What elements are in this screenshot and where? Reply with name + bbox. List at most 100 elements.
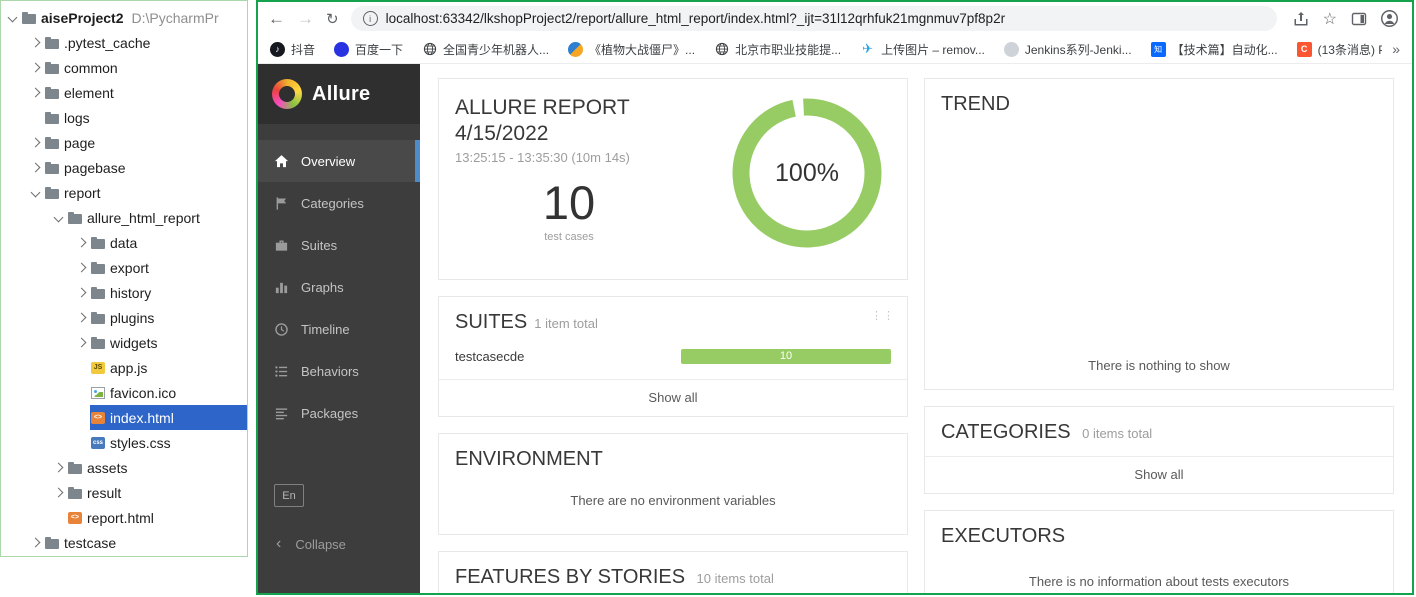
tree-item-index.html[interactable]: <> index.html xyxy=(1,405,247,430)
bookmarks-bar: ♪ 抖音 百度一下 全国青少年机器人... 《植物大战僵尸》... 北京市职业技能提...… xyxy=(258,35,1412,64)
tree-item-allure_html_report[interactable]: allure_html_report xyxy=(1,205,247,230)
tree-item-app.js[interactable]: JS app.js xyxy=(1,355,247,380)
tree-item-testcase[interactable]: testcase xyxy=(1,530,247,555)
address-bar[interactable]: i localhost:63342/lkshopProject2/report/… xyxy=(350,6,1277,31)
share-icon[interactable] xyxy=(1293,11,1309,27)
tree-item-history[interactable]: history xyxy=(1,280,247,305)
tree-item-element[interactable]: element xyxy=(1,80,247,105)
bookmark-item[interactable]: 北京市职业技能提... xyxy=(714,41,841,58)
tree-row-body: report xyxy=(44,180,247,205)
tree-item-label: logs xyxy=(64,109,90,126)
chevron-right-icon[interactable] xyxy=(28,85,44,101)
success-rate-donut-chart[interactable]: 100% xyxy=(729,95,885,251)
executors-widget: EXECUTORS There is no information about … xyxy=(924,510,1394,593)
sidebar-item-graphs[interactable]: Graphs xyxy=(258,266,420,308)
sidebar-item-packages[interactable]: Packages xyxy=(258,392,420,434)
tree-item-report[interactable]: report xyxy=(1,180,247,205)
tree-item-label: data xyxy=(110,234,138,251)
drag-handle-icon[interactable]: ⋮⋮ xyxy=(871,309,895,322)
suites-show-all-button[interactable]: Show all xyxy=(439,379,907,416)
tree-item-aiseProject2[interactable]: aiseProject2 D:\PycharmPr xyxy=(1,5,247,30)
html-file-icon: <> xyxy=(68,511,82,524)
bookmark-item[interactable]: C (13条消息) Python... xyxy=(1296,41,1382,58)
chevron-right-icon[interactable] xyxy=(74,235,90,251)
tree-item-label: report xyxy=(64,184,101,201)
folder-icon xyxy=(91,311,105,324)
chevron-right-icon[interactable] xyxy=(28,35,44,51)
tree-item-logs[interactable]: logs xyxy=(1,105,247,130)
chevron-right-icon[interactable] xyxy=(74,335,90,351)
bookmark-label: 上传图片 – remov... xyxy=(881,42,985,57)
categories-show-all-button[interactable]: Show all xyxy=(925,456,1393,493)
jenkins-favicon-icon xyxy=(1003,41,1019,57)
back-button[interactable]: ← xyxy=(268,10,285,27)
tree-chevron-placeholder xyxy=(74,360,90,376)
sidebar-item-label: Behaviors xyxy=(301,363,359,379)
bookmark-item[interactable]: 知【技术篇】自动化... xyxy=(1150,41,1278,58)
site-info-icon[interactable]: i xyxy=(362,11,378,26)
tree-item-data[interactable]: data xyxy=(1,230,247,255)
bookmark-item[interactable]: 《植物大战僵尸》... xyxy=(568,41,695,58)
tree-item-assets[interactable]: assets xyxy=(1,455,247,480)
categories-widget: CATEGORIES 0 items total Show all xyxy=(924,406,1394,494)
tree-item-label: history xyxy=(110,284,152,301)
suites-header: SUITES 1 item total ⋮⋮ xyxy=(455,310,894,334)
tree-item-result[interactable]: result xyxy=(1,480,247,505)
profile-avatar-icon[interactable] xyxy=(1381,10,1398,27)
features-subtitle: 10 items total xyxy=(696,571,774,586)
categories-title: CATEGORIES xyxy=(941,421,1071,443)
bookmark-label: 全国青少年机器人... xyxy=(443,42,550,57)
suite-row[interactable]: testcasecde 10 xyxy=(455,336,891,379)
tree-item-label: export xyxy=(110,259,149,276)
tree-item-common[interactable]: common xyxy=(1,55,247,80)
list-icon xyxy=(274,364,289,379)
sidebar-item-behaviors[interactable]: Behaviors xyxy=(258,350,420,392)
sidebar-item-categories[interactable]: Categories xyxy=(258,182,420,224)
chevron-right-icon[interactable] xyxy=(74,285,90,301)
chevron-down-icon[interactable] xyxy=(28,185,44,201)
tree-row-body: data xyxy=(90,230,247,255)
sidebar-item-label: Overview xyxy=(301,153,356,169)
bookmarks-overflow-chevron[interactable]: » xyxy=(1382,41,1400,57)
sidebar-item-timeline[interactable]: Timeline xyxy=(258,308,420,350)
side-panel-icon[interactable] xyxy=(1351,11,1367,27)
sidebar-item-suites[interactable]: Suites xyxy=(258,224,420,266)
forward-button[interactable]: → xyxy=(297,10,314,27)
reload-button[interactable]: ↻ xyxy=(326,10,339,28)
chevron-right-icon[interactable] xyxy=(74,260,90,276)
bookmark-item[interactable]: 百度一下 xyxy=(334,41,403,58)
tree-row-body: .pytest_cache xyxy=(44,30,247,55)
tree-item-page[interactable]: page xyxy=(1,130,247,155)
chevron-right-icon[interactable] xyxy=(28,135,44,151)
tree-item-plugins[interactable]: plugins xyxy=(1,305,247,330)
collapse-button[interactable]: ‹ Collapse xyxy=(258,523,420,565)
chevron-right-icon[interactable] xyxy=(51,460,67,476)
tree-item-favicon.ico[interactable]: favicon.ico xyxy=(1,380,247,405)
bookmark-item[interactable]: 全国青少年机器人... xyxy=(422,41,549,58)
tree-item-styles.css[interactable]: css styles.css xyxy=(1,430,247,455)
chevron-right-icon[interactable] xyxy=(28,160,44,176)
bookmark-item[interactable]: ♪ 抖音 xyxy=(270,41,315,58)
language-button[interactable]: En xyxy=(274,484,304,507)
overview-right-column: TREND There is nothing to show CATEGORIE… xyxy=(924,78,1394,593)
sidebar-item-overview[interactable]: Overview xyxy=(258,140,420,182)
chevron-down-icon[interactable] xyxy=(5,10,21,26)
bookmark-item[interactable]: ✈ 上传图片 – remov... xyxy=(860,41,985,58)
bookmark-item[interactable]: Jenkins系列-Jenki... xyxy=(1003,41,1132,58)
tree-item-report.html[interactable]: <> report.html xyxy=(1,505,247,530)
chevron-down-icon[interactable] xyxy=(51,210,67,226)
tree-row-body: export xyxy=(90,255,247,280)
bookmark-star-icon[interactable]: ☆ xyxy=(1323,9,1337,29)
tree-item-widgets[interactable]: widgets xyxy=(1,330,247,355)
tree-item-export[interactable]: export xyxy=(1,255,247,280)
suites-subtitle: 1 item total xyxy=(534,316,598,331)
chevron-right-icon[interactable] xyxy=(74,310,90,326)
tree-item-pagebase[interactable]: pagebase xyxy=(1,155,247,180)
chevron-right-icon[interactable] xyxy=(28,535,44,551)
chevron-right-icon[interactable] xyxy=(51,485,67,501)
tree-item-.pytest_cache[interactable]: .pytest_cache xyxy=(1,30,247,55)
chevron-right-icon[interactable] xyxy=(28,60,44,76)
